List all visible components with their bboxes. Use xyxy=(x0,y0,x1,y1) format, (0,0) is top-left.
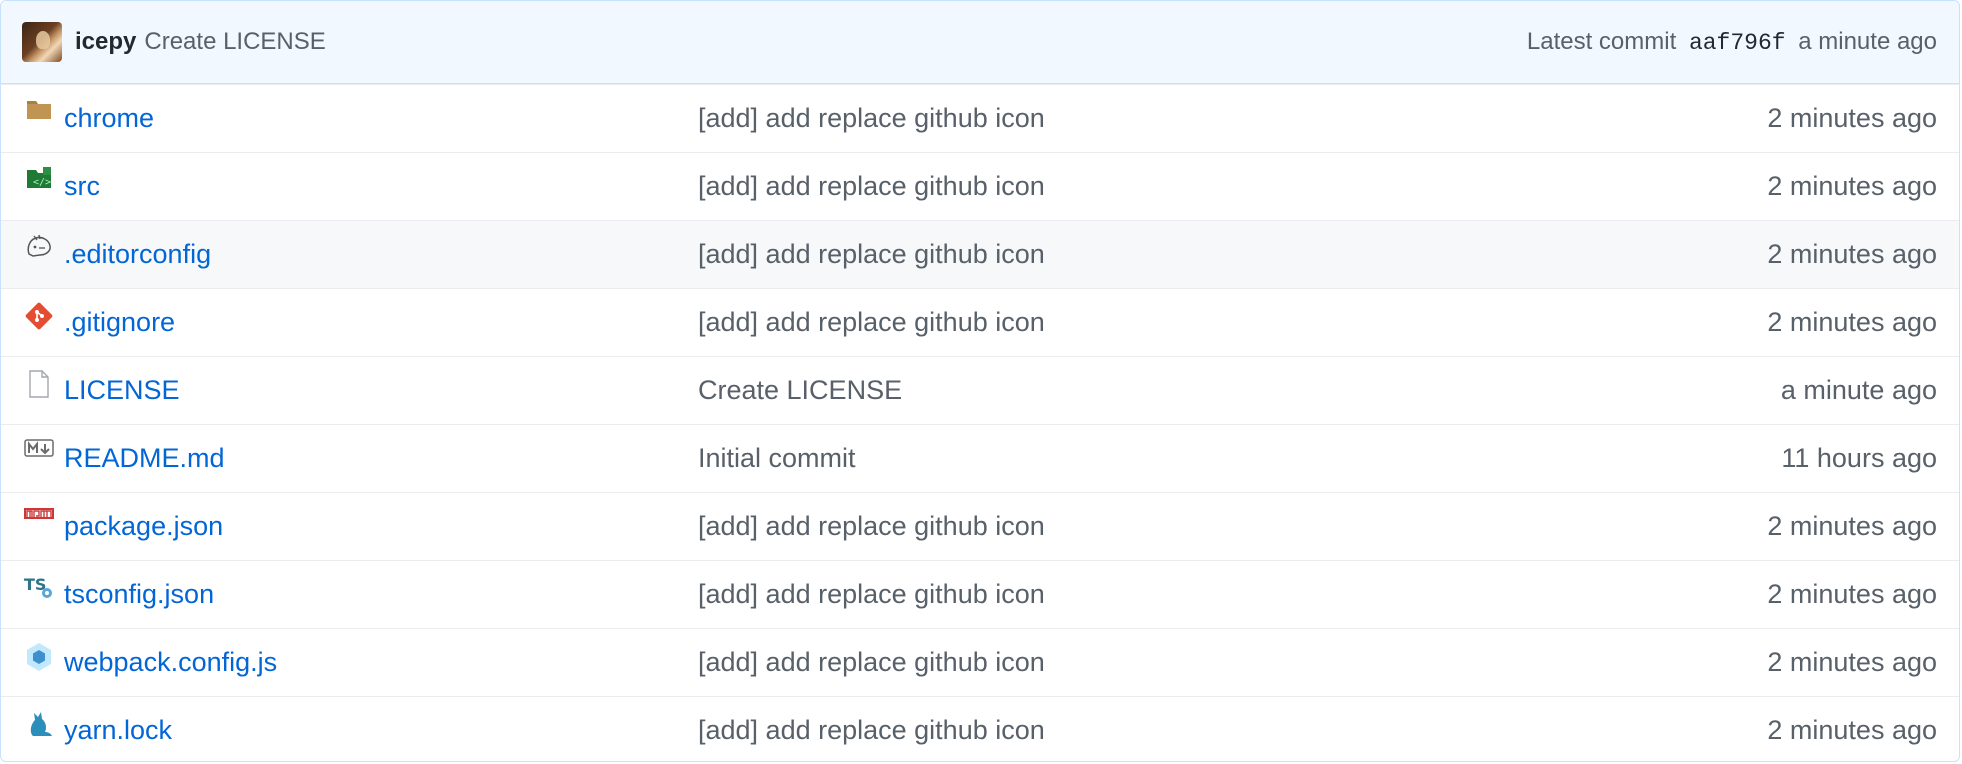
file-row[interactable]: .editorconfig [add] add replace github i… xyxy=(1,220,1959,288)
editorconfig-icon xyxy=(24,234,54,264)
author-avatar[interactable] xyxy=(22,22,62,62)
latest-commit-label: Latest commit xyxy=(1526,28,1677,55)
file-name-link[interactable]: tsconfig.json xyxy=(64,579,698,610)
file-commit-message[interactable]: [add] add replace github icon xyxy=(698,715,1767,746)
file-name-link[interactable]: LICENSE xyxy=(64,375,698,406)
file-commit-age: 11 hours ago xyxy=(1781,443,1937,473)
latest-commit-bar: icepy Create LICENSE Latest commit aaf79… xyxy=(1,1,1959,84)
file-commit-age: 2 minutes ago xyxy=(1767,239,1937,269)
file-commit-message[interactable]: [add] add replace github icon xyxy=(698,307,1767,338)
file-row[interactable]: chrome [add] add replace github icon 2 m… xyxy=(1,84,1959,152)
file-commit-age: 2 minutes ago xyxy=(1767,171,1937,201)
file-row[interactable]: </> src [add] add replace github icon 2 … xyxy=(1,152,1959,220)
typescript-config-icon: TS xyxy=(24,574,54,604)
file-name-link[interactable]: .gitignore xyxy=(64,307,698,338)
file-commit-age: 2 minutes ago xyxy=(1767,715,1937,745)
file-commit-message[interactable]: [add] add replace github icon xyxy=(698,579,1767,610)
yarn-icon xyxy=(24,710,54,740)
file-commit-age: 2 minutes ago xyxy=(1767,511,1937,541)
folder-icon xyxy=(24,98,54,128)
file-row[interactable]: package.json [add] add replace github ic… xyxy=(1,492,1959,560)
file-commit-message[interactable]: [add] add replace github icon xyxy=(698,103,1767,134)
file-name-link[interactable]: README.md xyxy=(64,443,698,474)
file-commit-message[interactable]: [add] add replace github icon xyxy=(698,511,1767,542)
file-commit-age: a minute ago xyxy=(1780,375,1937,405)
commit-author[interactable]: icepy xyxy=(75,28,136,56)
file-commit-age: 2 minutes ago xyxy=(1767,103,1937,133)
commit-meta: Latest commit aaf796f a minute ago xyxy=(1527,28,1937,56)
git-icon xyxy=(24,302,54,332)
file-icon xyxy=(24,369,54,400)
folder-src-icon: </> xyxy=(24,166,54,196)
file-commit-message[interactable]: [add] add replace github icon xyxy=(698,647,1767,678)
file-row[interactable]: yarn.lock [add] add replace github icon … xyxy=(1,696,1959,761)
file-name-link[interactable]: webpack.config.js xyxy=(64,647,698,678)
npm-icon xyxy=(24,506,54,536)
file-commit-age: 2 minutes ago xyxy=(1767,307,1937,337)
file-commit-message[interactable]: [add] add replace github icon xyxy=(698,239,1767,270)
file-commit-message[interactable]: Create LICENSE xyxy=(698,375,1781,406)
file-row[interactable]: LICENSE Create LICENSE a minute ago xyxy=(1,356,1959,424)
commit-message[interactable]: Create LICENSE xyxy=(144,28,325,56)
markdown-icon xyxy=(24,438,54,468)
file-list: icepy Create LICENSE Latest commit aaf79… xyxy=(0,0,1960,762)
file-commit-message[interactable]: [add] add replace github icon xyxy=(698,171,1767,202)
webpack-icon xyxy=(24,642,54,672)
commit-sha[interactable]: aaf796f xyxy=(1689,30,1786,56)
file-commit-age: 2 minutes ago xyxy=(1767,579,1937,609)
file-row[interactable]: TS tsconfig.json [add] add replace githu… xyxy=(1,560,1959,628)
file-commit-message[interactable]: Initial commit xyxy=(698,443,1781,474)
file-row[interactable]: README.md Initial commit 11 hours ago xyxy=(1,424,1959,492)
file-name-link[interactable]: src xyxy=(64,171,698,202)
file-row[interactable]: .gitignore [add] add replace github icon… xyxy=(1,288,1959,356)
file-name-link[interactable]: yarn.lock xyxy=(64,715,698,746)
commit-time: a minute ago xyxy=(1798,28,1937,55)
svg-text:</>: </> xyxy=(33,177,51,188)
file-name-link[interactable]: chrome xyxy=(64,103,698,134)
file-name-link[interactable]: package.json xyxy=(64,511,698,542)
file-name-link[interactable]: .editorconfig xyxy=(64,239,698,270)
file-row[interactable]: webpack.config.js [add] add replace gith… xyxy=(1,628,1959,696)
file-commit-age: 2 minutes ago xyxy=(1767,647,1937,677)
